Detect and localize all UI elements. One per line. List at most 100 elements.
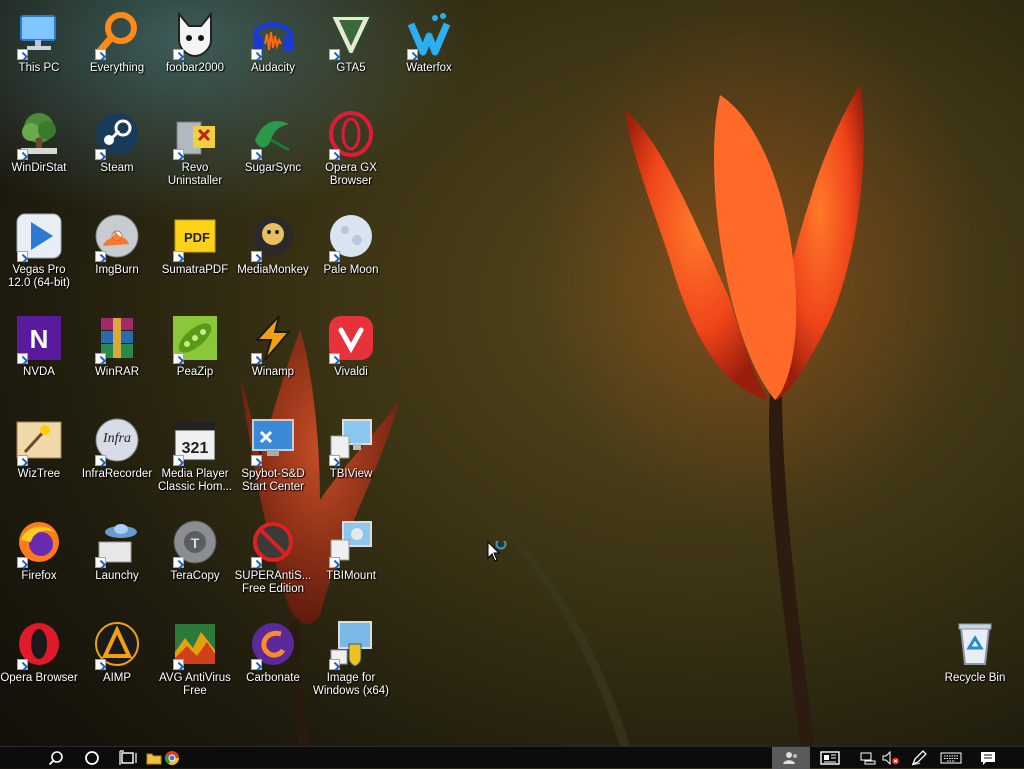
desktop-icon-tbimount[interactable]: TBIMount bbox=[312, 518, 390, 583]
desktop-icon-everything[interactable]: Everything bbox=[78, 10, 156, 75]
desktop-icon-launchy[interactable]: Launchy bbox=[78, 518, 156, 583]
shortcut-arrow-icon bbox=[251, 557, 262, 568]
recycle-bin-icon bbox=[958, 623, 992, 665]
desktop: This PC WinDirStat Vegas Pro 12.0 (64-bi… bbox=[0, 0, 1024, 746]
shortcut-arrow-icon bbox=[251, 251, 262, 262]
desktop-icon-sugarsync[interactable]: SugarSync bbox=[234, 110, 312, 175]
desktop-icon-label: SugarSync bbox=[244, 162, 302, 174]
shortcut-arrow-icon bbox=[17, 353, 28, 364]
desktop-icon-superantispyware[interactable]: SUPERAntiS... Free Edition bbox=[234, 518, 312, 596]
desktop-icon-label: GTA5 bbox=[336, 62, 366, 74]
desktop-icon-label: Carbonate bbox=[246, 672, 300, 684]
shortcut-arrow-icon bbox=[407, 49, 418, 60]
shortcut-arrow-icon bbox=[329, 49, 340, 60]
taskbar bbox=[0, 746, 1024, 769]
shortcut-arrow-icon bbox=[95, 251, 106, 262]
news-interests-button[interactable] bbox=[816, 747, 844, 769]
desktop-icon-waterfox[interactable]: Waterfox bbox=[390, 10, 468, 75]
desktop-icon-label: WizTree bbox=[17, 468, 61, 480]
shortcut-arrow-icon bbox=[95, 49, 106, 60]
desktop-icon-recycle-bin[interactable]: Recycle Bin bbox=[936, 620, 1014, 685]
desktop-icon-peazip[interactable]: PeaZip bbox=[156, 314, 234, 379]
desktop-icon-image-for-windows[interactable]: Image for Windows (x64) bbox=[312, 620, 390, 698]
desktop-icon-label: Firefox bbox=[21, 570, 57, 582]
volume-button[interactable] bbox=[880, 747, 902, 769]
desktop-icon-windirstat[interactable]: WinDirStat bbox=[0, 110, 78, 175]
shortcut-arrow-icon bbox=[173, 251, 184, 262]
desktop-icon-teracopy[interactable]: T TeraCopy bbox=[156, 518, 234, 583]
desktop-icon-label: Media Player Classic Hom... bbox=[157, 468, 233, 493]
desktop-icon-label: Launchy bbox=[95, 570, 139, 582]
task-view-button[interactable] bbox=[116, 747, 140, 769]
desktop-icon-vegas-pro[interactable]: Vegas Pro 12.0 (64-bit) bbox=[0, 212, 78, 290]
desktop-icon-opera-browser[interactable]: Opera Browser bbox=[0, 620, 78, 685]
file-explorer-button[interactable] bbox=[144, 747, 164, 769]
desktop-icon-imgburn[interactable]: ImgBurn bbox=[78, 212, 156, 277]
desktop-icon-label: TeraCopy bbox=[170, 570, 220, 582]
shortcut-arrow-icon bbox=[173, 557, 184, 568]
desktop-icon-this-pc[interactable]: This PC bbox=[0, 10, 78, 75]
shortcut-arrow-icon bbox=[95, 659, 106, 670]
shortcut-arrow-icon bbox=[173, 49, 184, 60]
pen-workspace-button[interactable] bbox=[908, 747, 930, 769]
desktop-icon-gta5[interactable]: GTA5 bbox=[312, 10, 390, 75]
desktop-icon-label: Revo Uninstaller bbox=[167, 162, 223, 187]
shortcut-arrow-icon bbox=[17, 251, 28, 262]
shortcut-arrow-icon bbox=[95, 149, 106, 160]
shortcut-arrow-icon bbox=[17, 149, 28, 160]
shortcut-arrow-icon bbox=[329, 455, 340, 466]
svg-text:N: N bbox=[30, 324, 49, 354]
desktop-icon-infrarecorder[interactable]: Infra InfraRecorder bbox=[78, 416, 156, 481]
desktop-icon-wiztree[interactable]: WizTree bbox=[0, 416, 78, 481]
search-button[interactable] bbox=[44, 747, 68, 769]
desktop-icon-label: Recycle Bin bbox=[944, 672, 1006, 684]
desktop-icon-avg[interactable]: AVG AntiVirus Free bbox=[156, 620, 234, 698]
desktop-icon-label: Winamp bbox=[251, 366, 295, 378]
desktop-icon-label: WinDirStat bbox=[11, 162, 67, 174]
desktop-icon-mpc-hc[interactable]: 321 Media Player Classic Hom... bbox=[156, 416, 234, 494]
people-button[interactable] bbox=[772, 747, 810, 769]
desktop-icon-steam[interactable]: Steam bbox=[78, 110, 156, 175]
desktop-icon-nvda[interactable]: N NVDA bbox=[0, 314, 78, 379]
desktop-icon-spybot[interactable]: Spybot-S&D Start Center bbox=[234, 416, 312, 494]
desktop-icon-label: Audacity bbox=[250, 62, 296, 74]
desktop-icon-label: MediaMonkey bbox=[237, 264, 309, 276]
desktop-icon-firefox[interactable]: Firefox bbox=[0, 518, 78, 583]
network-button[interactable] bbox=[858, 747, 878, 769]
shortcut-arrow-icon bbox=[17, 455, 28, 466]
desktop-icon-mediamonkey[interactable]: MediaMonkey bbox=[234, 212, 312, 277]
desktop-icon-vivaldi[interactable]: Vivaldi bbox=[312, 314, 390, 379]
desktop-icon-label: This PC bbox=[18, 62, 60, 74]
desktop-icon-opera-gx[interactable]: Opera GX Browser bbox=[312, 110, 390, 188]
desktop-icon-foobar2000[interactable]: foobar2000 bbox=[156, 10, 234, 75]
pen-icon bbox=[911, 750, 927, 766]
shortcut-arrow-icon bbox=[17, 557, 28, 568]
shortcut-arrow-icon bbox=[17, 49, 28, 60]
desktop-icon-label: InfraRecorder bbox=[81, 468, 153, 480]
desktop-icon-winrar[interactable]: WinRAR bbox=[78, 314, 156, 379]
action-center-button[interactable] bbox=[976, 747, 1000, 769]
desktop-icon-label: Spybot-S&D Start Center bbox=[241, 468, 305, 493]
desktop-icon-audacity[interactable]: Audacity bbox=[234, 10, 312, 75]
shortcut-arrow-icon bbox=[251, 49, 262, 60]
desktop-icon-label: Steam bbox=[100, 162, 134, 174]
desktop-icon-pale-moon[interactable]: Pale Moon bbox=[312, 212, 390, 277]
cortana-button[interactable] bbox=[80, 747, 104, 769]
desktop-icon-label: SumatraPDF bbox=[161, 264, 229, 276]
shortcut-arrow-icon bbox=[329, 149, 340, 160]
shortcut-arrow-icon bbox=[251, 455, 262, 466]
touch-keyboard-button[interactable] bbox=[938, 747, 964, 769]
desktop-icon-sumatrapdf[interactable]: PDF SumatraPDF bbox=[156, 212, 234, 277]
desktop-icon-label: AIMP bbox=[102, 672, 132, 684]
desktop-icon-tbiview[interactable]: TBIView bbox=[312, 416, 390, 481]
desktop-icon-aimp[interactable]: AIMP bbox=[78, 620, 156, 685]
file-explorer-icon bbox=[146, 753, 162, 765]
shortcut-arrow-icon bbox=[329, 557, 340, 568]
desktop-icon-revo-uninstaller[interactable]: Revo Uninstaller bbox=[156, 110, 234, 188]
desktop-icon-label: Pale Moon bbox=[323, 264, 379, 276]
desktop-icon-winamp[interactable]: Winamp bbox=[234, 314, 312, 379]
desktop-icon-label: ImgBurn bbox=[95, 264, 139, 276]
desktop-icon-carbonate[interactable]: Carbonate bbox=[234, 620, 312, 685]
svg-text:321: 321 bbox=[182, 440, 209, 457]
chrome-button[interactable] bbox=[162, 747, 182, 769]
